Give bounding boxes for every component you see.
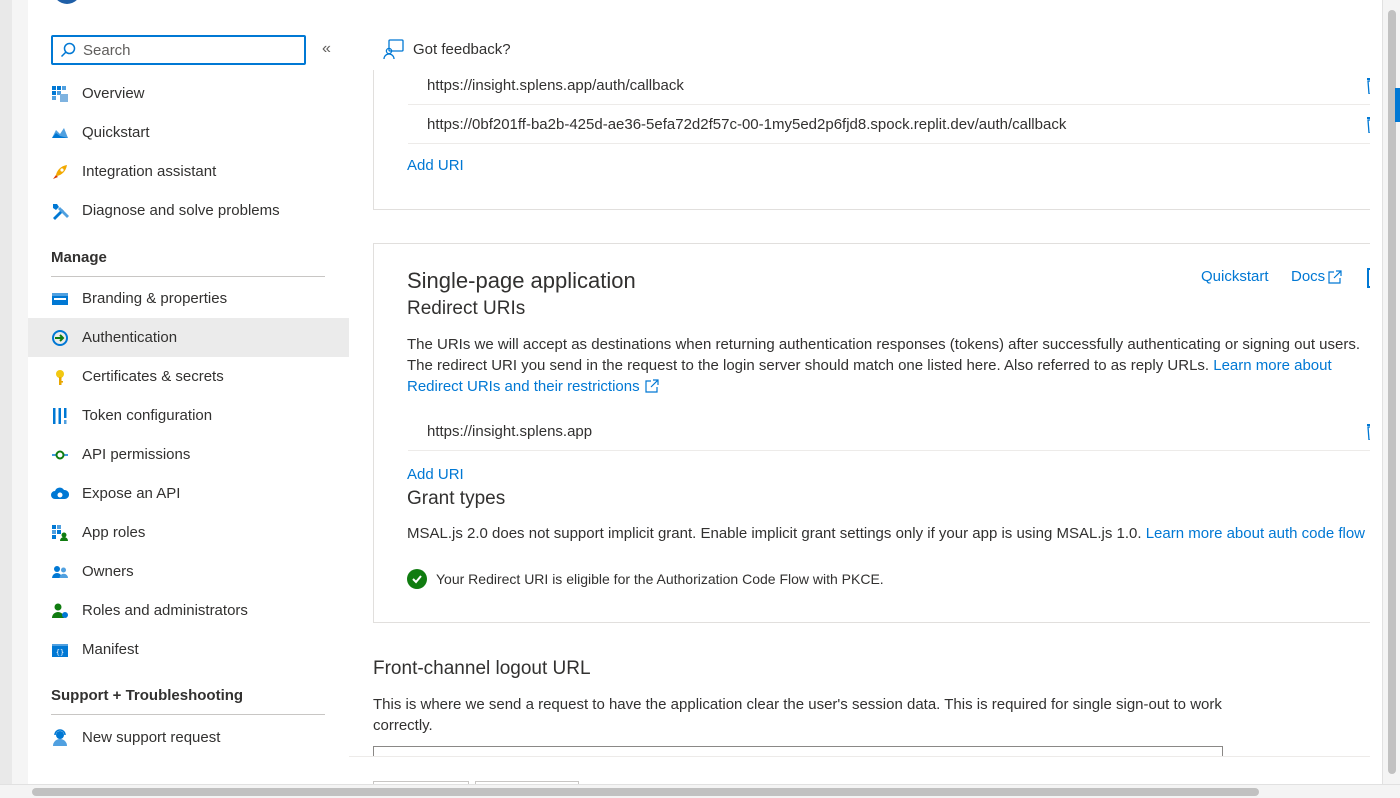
left-gutter bbox=[12, 0, 28, 784]
sidebar-item-label: Owners bbox=[82, 563, 134, 580]
sidebar-item-quickstart[interactable]: Quickstart bbox=[28, 113, 349, 152]
support-heading: Support + Troubleshooting bbox=[51, 687, 325, 715]
feedback-icon bbox=[383, 39, 404, 60]
sidebar-item-diagnose[interactable]: Diagnose and solve problems bbox=[28, 191, 349, 230]
sidebar-item-label: App roles bbox=[82, 524, 146, 541]
redirect-uri-value: https://insight.splens.app bbox=[427, 422, 593, 440]
wrench-icon bbox=[51, 202, 69, 220]
docs-link[interactable]: Docs bbox=[1291, 268, 1343, 285]
authentication-icon bbox=[51, 329, 69, 347]
grant-types-description: MSAL.js 2.0 does not support implicit gr… bbox=[407, 525, 1366, 542]
resource-menu: « Overview Quickstart Integration assist… bbox=[28, 0, 349, 784]
sidebar-item-label: Overview bbox=[82, 85, 145, 102]
grant-types-heading: Grant types bbox=[407, 488, 506, 509]
delete-icon[interactable] bbox=[1366, 115, 1370, 133]
sidebar-item-branding[interactable]: Branding & properties bbox=[28, 279, 349, 318]
manifest-icon: {} bbox=[51, 641, 69, 659]
roles-icon bbox=[51, 602, 69, 620]
sidebar-item-label: Diagnose and solve problems bbox=[82, 202, 280, 219]
sidebar-item-roles-admins[interactable]: Roles and administrators bbox=[28, 591, 349, 630]
sidebar-item-api-permissions[interactable]: API permissions bbox=[28, 435, 349, 474]
sidebar-item-label: Branding & properties bbox=[82, 290, 228, 307]
redirect-uri-row[interactable]: https://insight.splens.app/auth/callback bbox=[408, 70, 1370, 105]
web-platform-card: https://insight.splens.app/auth/callback… bbox=[373, 70, 1370, 210]
sidebar-item-token-configuration[interactable]: Token configuration bbox=[28, 396, 349, 435]
svg-text:{}: {} bbox=[56, 648, 64, 656]
add-uri-link[interactable]: Add URI bbox=[407, 157, 464, 174]
sidebar-item-label: Manifest bbox=[82, 641, 139, 658]
external-link-icon bbox=[645, 379, 659, 393]
delete-icon[interactable] bbox=[1366, 76, 1370, 94]
sidebar-item-app-roles[interactable]: App roles bbox=[28, 513, 349, 552]
sidebar-item-overview[interactable]: Overview bbox=[28, 74, 349, 113]
search-icon bbox=[60, 42, 76, 58]
manage-heading: Manage bbox=[51, 249, 325, 277]
scrollbar-thumb[interactable] bbox=[32, 788, 1259, 796]
quickstart-link[interactable]: Quickstart bbox=[1201, 268, 1269, 285]
add-uri-link[interactable]: Add URI bbox=[407, 466, 464, 483]
sidebar-item-new-support-request[interactable]: New support request bbox=[28, 718, 349, 757]
feedback-label: Got feedback? bbox=[413, 40, 511, 58]
redirect-uris-description: The URIs we will accept as destinations … bbox=[407, 336, 1360, 395]
sidebar-item-certificates[interactable]: Certificates & secrets bbox=[28, 357, 349, 396]
sidebar-item-owners[interactable]: Owners bbox=[28, 552, 349, 591]
search-input[interactable] bbox=[83, 41, 283, 59]
sidebar-item-manifest[interactable]: {} Manifest bbox=[28, 630, 349, 669]
redirect-uri-row[interactable]: https://0bf201ff-ba2b-425d-ae36-5efa72d2… bbox=[408, 105, 1370, 144]
redirect-uri-row[interactable]: https://insight.splens.app bbox=[408, 412, 1370, 451]
external-link-icon bbox=[1328, 269, 1342, 284]
quickstart-icon bbox=[51, 124, 69, 142]
front-channel-logout-description: This is where we send a request to have … bbox=[373, 696, 1222, 734]
delete-icon[interactable] bbox=[1366, 422, 1370, 440]
scrollbar-thumb[interactable] bbox=[1388, 10, 1396, 774]
delete-icon[interactable] bbox=[1367, 268, 1370, 288]
sidebar-item-label: Integration assistant bbox=[82, 163, 217, 180]
sidebar-item-label: Token configuration bbox=[82, 407, 213, 424]
main-content[interactable]: https://insight.splens.app/auth/callback… bbox=[349, 70, 1370, 756]
sidebar-item-authentication[interactable]: Authentication bbox=[28, 318, 349, 357]
cloud-icon bbox=[51, 485, 69, 503]
search-box[interactable] bbox=[51, 35, 306, 65]
support-icon bbox=[51, 728, 69, 747]
overview-icon bbox=[51, 85, 69, 103]
api-permissions-icon bbox=[51, 446, 69, 464]
sidebar-item-label: Authentication bbox=[82, 329, 178, 346]
spa-platform-card: Single-page application Quickstart Docs … bbox=[373, 243, 1370, 623]
token-icon bbox=[51, 407, 69, 425]
app-roles-icon bbox=[51, 524, 69, 542]
collapse-menu-icon[interactable]: « bbox=[322, 40, 338, 58]
redirect-uri-value: https://0bf201ff-ba2b-425d-ae36-5efa72d2… bbox=[427, 115, 1067, 133]
horizontal-scrollbar[interactable] bbox=[0, 784, 1400, 798]
checkmark-icon bbox=[407, 569, 427, 589]
sidebar-item-label: Certificates & secrets bbox=[82, 368, 224, 385]
branding-icon bbox=[51, 290, 69, 308]
vertical-scrollbar[interactable] bbox=[1382, 0, 1400, 784]
scroll-accent bbox=[1395, 88, 1400, 122]
command-bar bbox=[349, 756, 1370, 787]
spa-title: Single-page application bbox=[407, 268, 636, 293]
feedback-button[interactable]: Got feedback? bbox=[383, 38, 511, 60]
sidebar-item-label: Roles and administrators bbox=[82, 602, 248, 619]
learn-more-auth-code-link[interactable]: Learn more about auth code flow bbox=[1146, 525, 1365, 542]
sidebar-item-expose-api[interactable]: Expose an API bbox=[28, 474, 349, 513]
redirect-uris-heading: Redirect URIs bbox=[407, 298, 526, 319]
sidebar-item-label: New support request bbox=[82, 729, 221, 746]
sidebar-item-label: Quickstart bbox=[82, 124, 150, 141]
sidebar-item-label: Expose an API bbox=[82, 485, 181, 502]
sidebar-item-integration-assistant[interactable]: Integration assistant bbox=[28, 152, 349, 191]
front-channel-logout-heading: Front-channel logout URL bbox=[373, 658, 591, 679]
sidebar-item-label: API permissions bbox=[82, 446, 191, 463]
front-channel-logout-input[interactable] bbox=[373, 746, 1223, 756]
owners-icon bbox=[51, 563, 69, 581]
redirect-uri-value: https://insight.splens.app/auth/callback bbox=[427, 76, 684, 94]
rocket-icon bbox=[51, 163, 69, 181]
pkce-eligible-status: Your Redirect URI is eligible for the Au… bbox=[407, 569, 884, 589]
key-icon bbox=[51, 368, 69, 386]
